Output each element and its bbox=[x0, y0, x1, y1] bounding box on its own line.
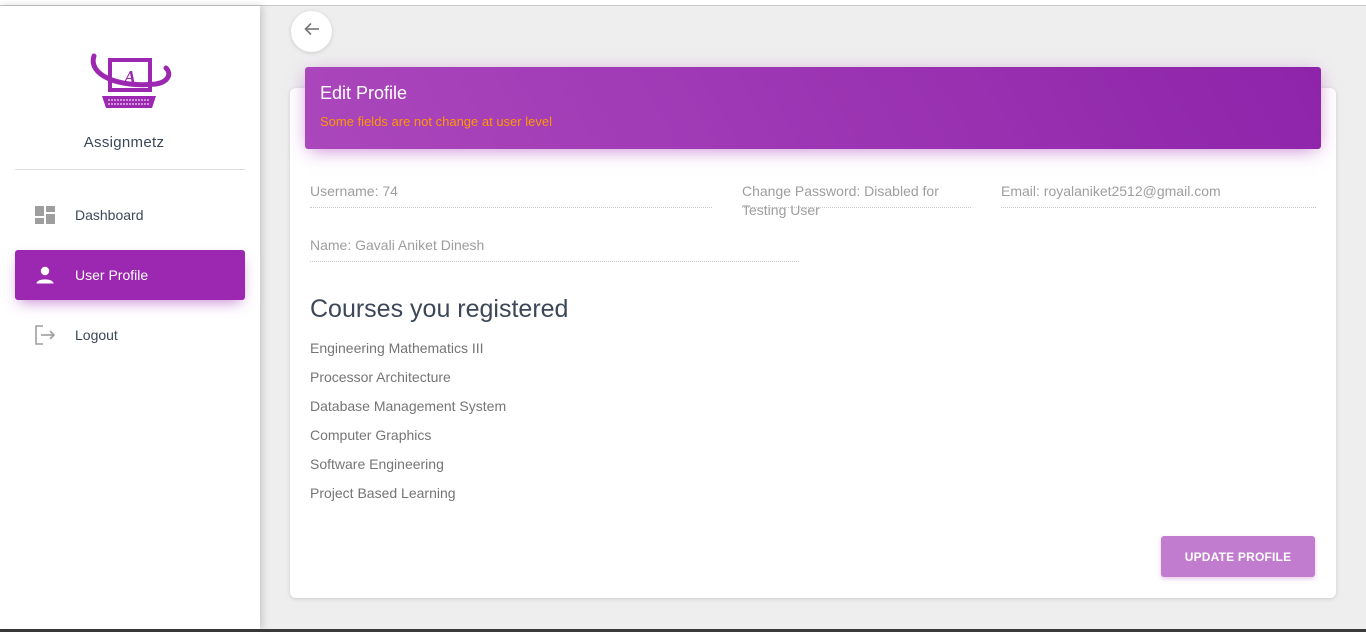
svg-text:A: A bbox=[123, 67, 136, 87]
name-field[interactable]: Name: Gavali Aniket Dinesh bbox=[310, 236, 799, 262]
logout-icon bbox=[33, 323, 57, 347]
course-item: Software Engineering bbox=[310, 456, 444, 472]
sidebar: A Assignmetz Dashboard User Profile Logo… bbox=[0, 6, 260, 629]
sidebar-item-user-profile[interactable]: User Profile bbox=[15, 250, 245, 300]
brand-name: Assignmetz bbox=[83, 134, 165, 151]
person-icon bbox=[33, 263, 57, 287]
course-item: Processor Architecture bbox=[310, 369, 451, 385]
courses-heading: Courses you registered bbox=[310, 295, 569, 323]
sidebar-item-label: User Profile bbox=[75, 267, 149, 283]
update-profile-button[interactable]: UPDATE PROFILE bbox=[1161, 536, 1315, 577]
card-subtitle: Some fields are not change at user level bbox=[320, 114, 552, 129]
sidebar-item-dashboard[interactable]: Dashboard bbox=[15, 190, 245, 240]
sidebar-item-logout[interactable]: Logout bbox=[15, 310, 245, 360]
course-item: Computer Graphics bbox=[310, 427, 432, 443]
course-item: Project Based Learning bbox=[310, 485, 456, 501]
sidebar-item-label: Logout bbox=[75, 327, 118, 343]
arrow-left-icon bbox=[303, 22, 320, 41]
card-title: Edit Profile bbox=[320, 83, 408, 103]
username-field[interactable]: Username: 74 bbox=[310, 182, 712, 208]
course-item: Database Management System bbox=[310, 398, 507, 414]
course-item: Engineering Mathematics III bbox=[310, 340, 484, 356]
sidebar-item-label: Dashboard bbox=[75, 207, 144, 223]
change-password-field[interactable]: Change Password: Disabled for Testing Us… bbox=[742, 182, 971, 218]
dashboard-icon bbox=[33, 203, 57, 227]
email-field[interactable]: Email: royalaniket2512@gmail.com bbox=[1001, 182, 1316, 208]
app-logo: A bbox=[86, 44, 172, 114]
card-header: Edit Profile Some fields are not change … bbox=[305, 67, 1321, 149]
back-button[interactable] bbox=[291, 11, 332, 52]
sidebar-divider bbox=[15, 169, 245, 170]
